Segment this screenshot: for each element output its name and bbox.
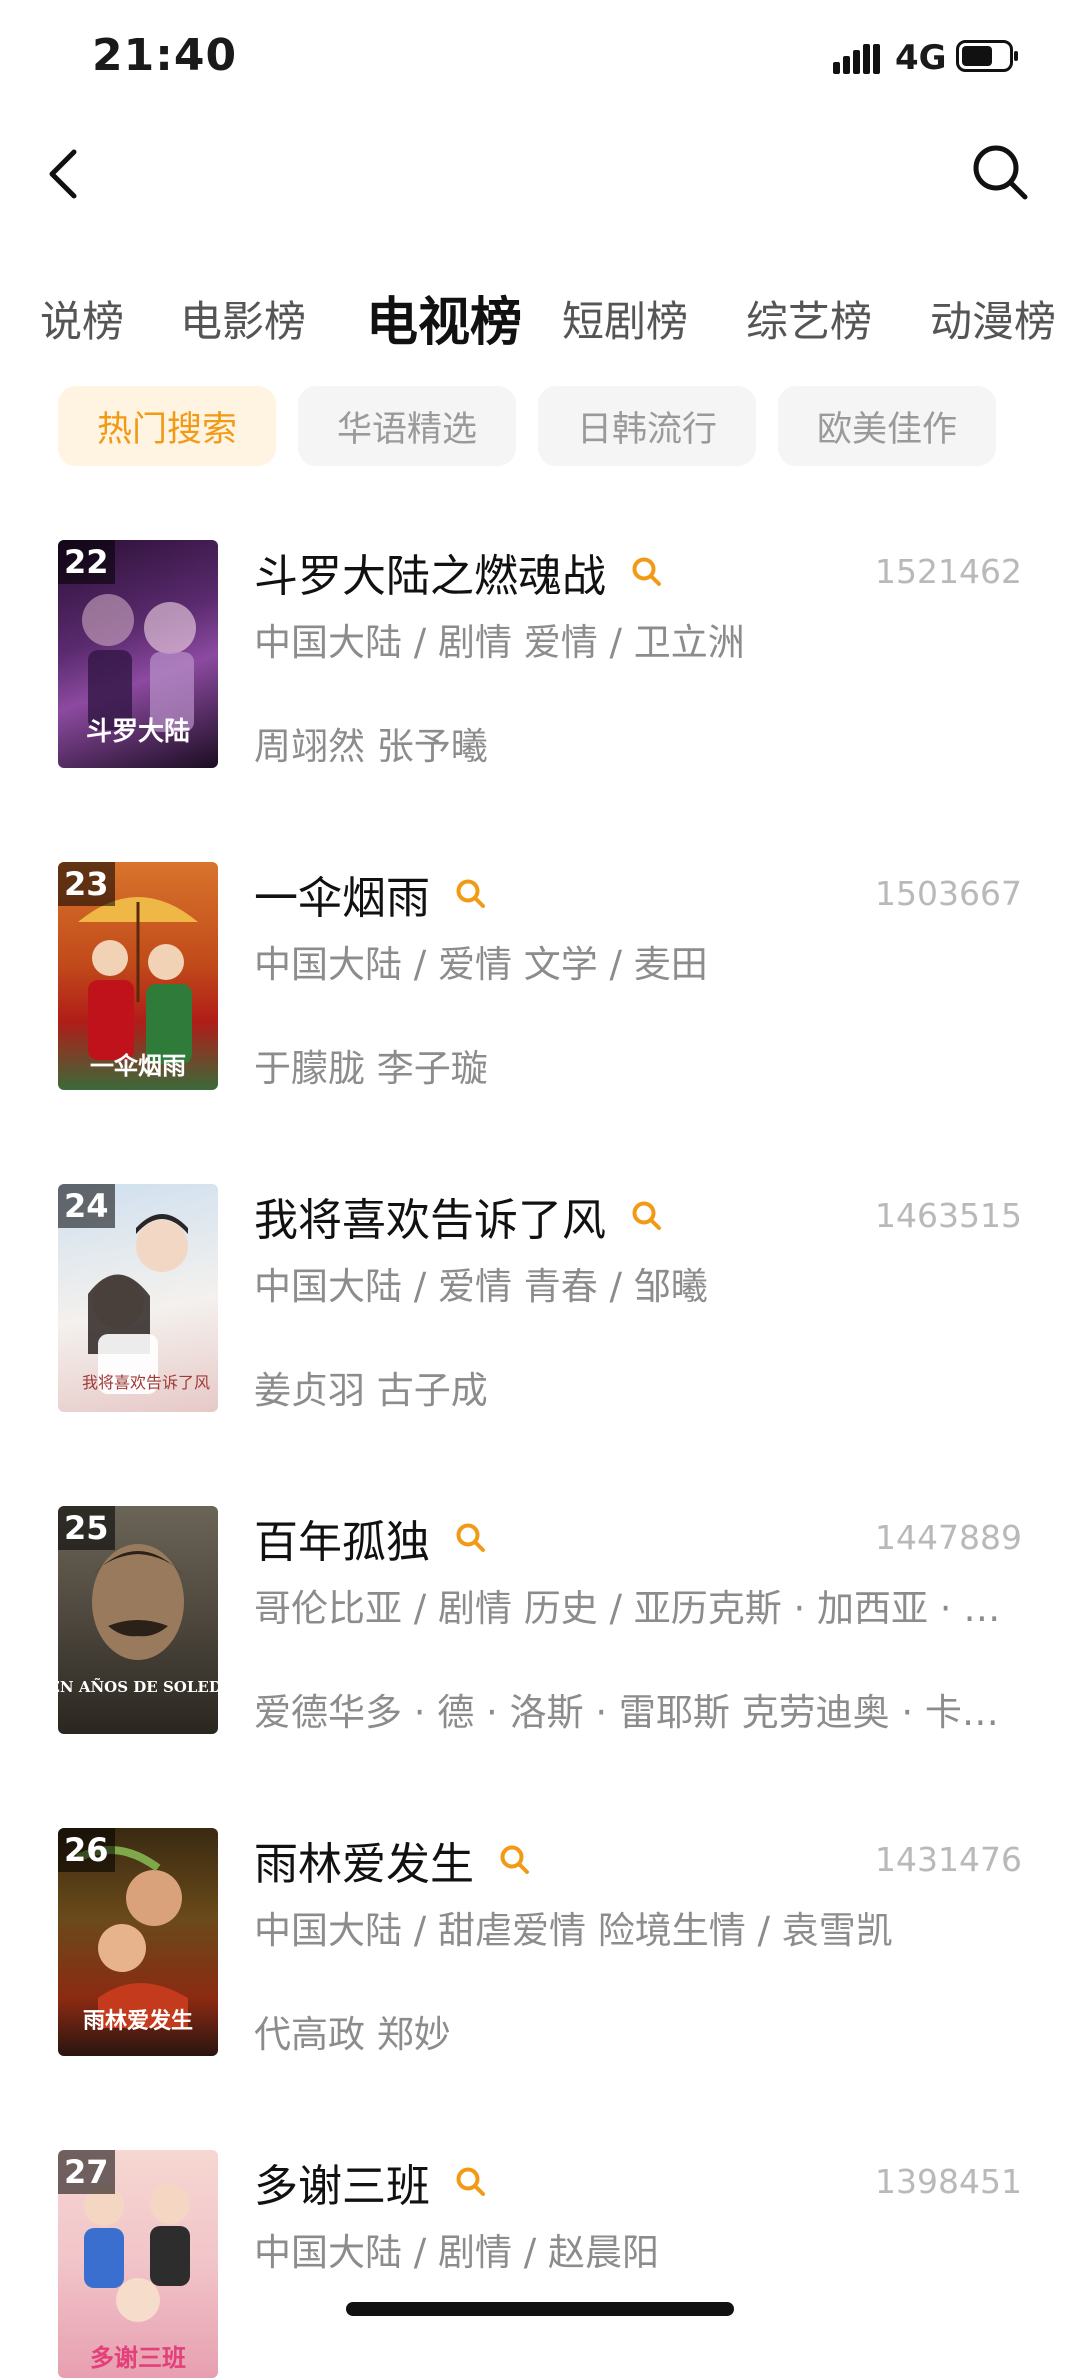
search-icon[interactable] xyxy=(454,877,488,911)
search-icon[interactable] xyxy=(630,555,664,589)
chip-chinese-picks[interactable]: 华语精选 xyxy=(298,386,516,466)
tab-movie[interactable]: 电影榜 xyxy=(180,288,306,349)
search-icon[interactable] xyxy=(498,1843,532,1877)
title-row: 我将喜欢告诉了风 xyxy=(254,1186,664,1246)
chip-hot-search[interactable]: 热门搜索 xyxy=(58,386,276,466)
poster-caption: 斗罗大陆 xyxy=(86,716,190,747)
status-time: 21:40 xyxy=(92,30,238,81)
poster-caption: 多谢三班 xyxy=(90,2344,186,2372)
item-title[interactable]: 多谢三班 xyxy=(254,2150,430,2214)
list-item[interactable]: CIEN AÑOS DE SOLEDAD 25 百年孤独 1447889 哥伦比… xyxy=(0,1506,1080,1736)
item-cast: 代高政 郑妙 xyxy=(254,2013,451,2056)
item-title[interactable]: 雨林爱发生 xyxy=(254,1828,474,1892)
hot-score: 1521462 xyxy=(875,552,1022,591)
battery-icon xyxy=(956,40,1018,72)
item-meta: 中国大陆 / 剧情 / 赵晨阳 xyxy=(254,2231,659,2274)
list-item[interactable]: 雨林爱发生 26 雨林爱发生 1431476 中国大陆 / 甜虐爱情 险境生情 … xyxy=(0,1828,1080,2058)
item-meta: 中国大陆 / 爱情 青春 / 邹曦 xyxy=(254,1265,708,1308)
rank-badge: 23 xyxy=(58,862,115,906)
poster-image[interactable]: 我将喜欢告诉了风 24 xyxy=(58,1184,218,1412)
list-item[interactable]: 斗罗大陆 22 斗罗大陆之燃魂战 1521462 中国大陆 / 剧情 爱情 / … xyxy=(0,540,1080,770)
tab-novel[interactable]: 说榜 xyxy=(40,288,124,349)
hot-score: 1463515 xyxy=(875,1196,1022,1235)
item-title[interactable]: 百年孤独 xyxy=(254,1506,430,1570)
item-cast: 于朦胧 李子璇 xyxy=(254,1047,488,1090)
poster-image[interactable]: 雨林爱发生 26 xyxy=(58,1828,218,2056)
poster-image[interactable]: 斗罗大陆 22 xyxy=(58,540,218,768)
chip-western-best[interactable]: 欧美佳作 xyxy=(778,386,996,466)
list-item[interactable]: 多谢三班 27 多谢三班 1398451 中国大陆 / 剧情 / 赵晨阳 xyxy=(0,2150,1080,2380)
rank-badge: 26 xyxy=(58,1828,115,1872)
title-row: 多谢三班 xyxy=(254,2152,488,2212)
item-meta: 哥伦比亚 / 剧情 历史 / 亚历克斯 · 加西亚 · 洛佩斯 xyxy=(254,1587,1014,1630)
poster-caption: 我将喜欢告诉了风 xyxy=(82,1373,210,1392)
title-row: 斗罗大陆之燃魂战 xyxy=(254,542,664,602)
rank-badge: 27 xyxy=(58,2150,115,2194)
title-row: 雨林爱发生 xyxy=(254,1830,532,1890)
title-row: 百年孤独 xyxy=(254,1508,488,1568)
tab-anime[interactable]: 动漫榜 xyxy=(930,288,1056,349)
item-meta: 中国大陆 / 爱情 文学 / 麦田 xyxy=(254,943,708,986)
poster-image[interactable]: 多谢三班 27 xyxy=(58,2150,218,2378)
search-icon[interactable] xyxy=(970,142,1030,202)
item-title[interactable]: 斗罗大陆之燃魂战 xyxy=(254,540,606,604)
list-item[interactable]: 我将喜欢告诉了风 24 我将喜欢告诉了风 1463515 中国大陆 / 爱情 青… xyxy=(0,1184,1080,1414)
status-bar: 21:40 4G xyxy=(0,0,1080,120)
home-indicator[interactable] xyxy=(346,2302,734,2316)
signal-icon xyxy=(833,44,880,74)
poster-caption: 雨林爱发生 xyxy=(83,2008,193,2034)
rank-badge: 25 xyxy=(58,1506,115,1550)
hot-score: 1431476 xyxy=(875,1840,1022,1879)
rank-badge: 24 xyxy=(58,1184,115,1228)
item-cast: 爱德华多 · 德 · 洛斯 · 雷耶斯 克劳迪奥 · 卡塔诺 xyxy=(254,1691,1014,1734)
tab-short-drama[interactable]: 短剧榜 xyxy=(562,288,688,349)
network-type: 4G xyxy=(895,38,947,78)
item-title[interactable]: 我将喜欢告诉了风 xyxy=(254,1184,606,1248)
poster-caption: 一伞烟雨 xyxy=(90,1051,186,1080)
tab-tv[interactable]: 电视榜 xyxy=(366,280,522,355)
hot-score: 1503667 xyxy=(875,874,1022,913)
chip-jk-popular[interactable]: 日韩流行 xyxy=(538,386,756,466)
search-icon[interactable] xyxy=(454,2165,488,2199)
search-icon[interactable] xyxy=(454,1521,488,1555)
hot-score: 1398451 xyxy=(875,2162,1022,2201)
list-item[interactable]: 一伞烟雨 23 一伞烟雨 1503667 中国大陆 / 爱情 文学 / 麦田 于… xyxy=(0,862,1080,1092)
search-icon[interactable] xyxy=(630,1199,664,1233)
chart-tabs: 说榜 电影榜 电视榜 短剧榜 综艺榜 动漫榜 xyxy=(0,270,1080,360)
poster-caption: CIEN AÑOS DE SOLEDAD xyxy=(58,1677,218,1696)
chevron-left-icon[interactable] xyxy=(44,144,84,204)
tab-variety[interactable]: 综艺榜 xyxy=(746,288,872,349)
rank-badge: 22 xyxy=(58,540,115,584)
item-meta: 中国大陆 / 剧情 爱情 / 卫立洲 xyxy=(254,621,745,664)
item-meta: 中国大陆 / 甜虐爱情 险境生情 / 袁雪凯 xyxy=(254,1909,893,1952)
hot-score: 1447889 xyxy=(875,1518,1022,1557)
item-title[interactable]: 一伞烟雨 xyxy=(254,862,430,926)
item-cast: 姜贞羽 古子成 xyxy=(254,1369,488,1412)
nav-bar xyxy=(0,130,1080,210)
title-row: 一伞烟雨 xyxy=(254,864,488,924)
poster-image[interactable]: 一伞烟雨 23 xyxy=(58,862,218,1090)
poster-image[interactable]: CIEN AÑOS DE SOLEDAD 25 xyxy=(58,1506,218,1734)
filter-chips: 热门搜索 华语精选 日韩流行 欧美佳作 xyxy=(0,386,1080,466)
item-cast: 周翊然 张予曦 xyxy=(254,725,488,768)
